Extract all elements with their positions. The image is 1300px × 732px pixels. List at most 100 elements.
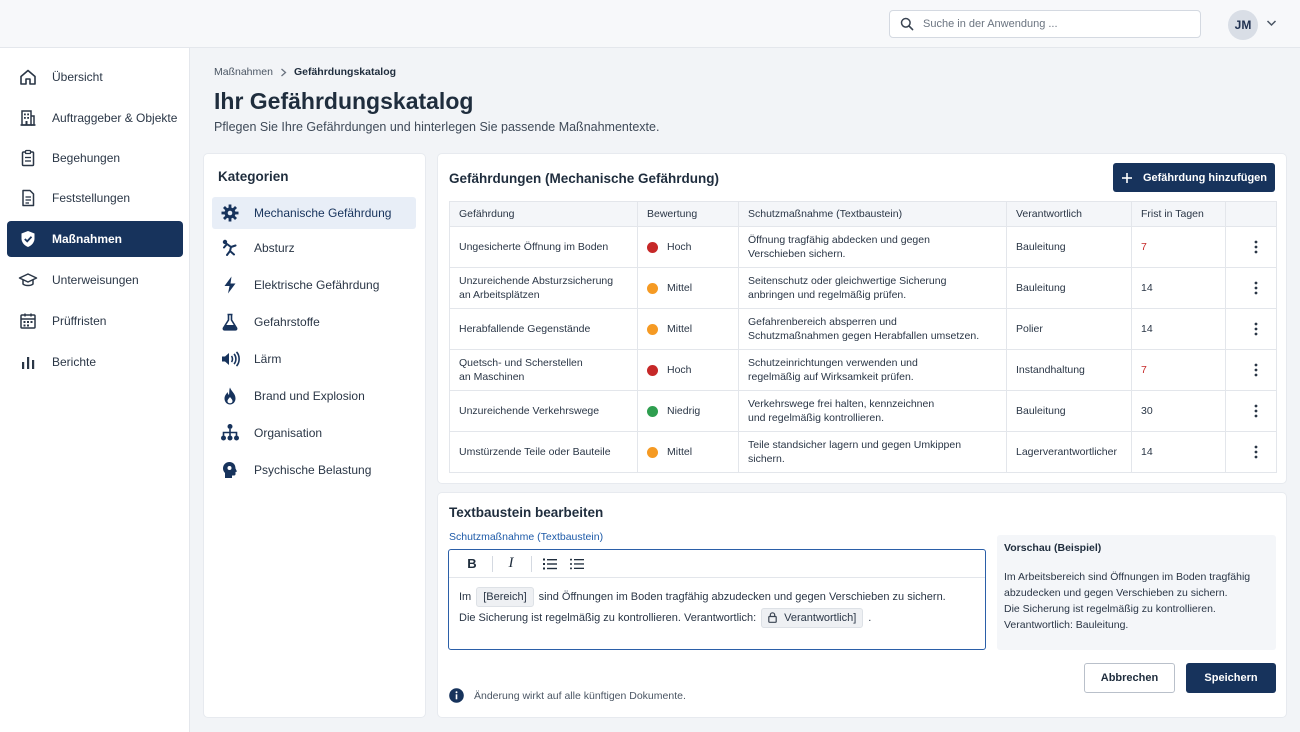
category-absturz[interactable]: Absturz [212, 232, 416, 264]
plus-icon [1121, 172, 1132, 183]
kebab-menu-icon [1254, 281, 1257, 295]
column-header[interactable]: Schutzmaßnahme (Textbaustein) [738, 201, 1007, 227]
table-row[interactable]: Unzureichende Absturzsicherung an Arbeits… [449, 267, 1277, 309]
search-box[interactable] [889, 10, 1201, 38]
bullet-list-button[interactable] [566, 553, 588, 575]
rating-label: Hoch [667, 364, 692, 376]
actions-cell [1225, 267, 1277, 309]
breadcrumb-current: Gefährdungskatalog [293, 66, 397, 78]
table-row[interactable]: Unzureichende Verkehrswege Niedrig Verkehr… [449, 390, 1277, 432]
sidebar-item-auftraggeber[interactable]: Auftraggeber & Objekte [7, 100, 183, 136]
toolbar-divider [492, 555, 493, 572]
org-chart-icon [221, 424, 239, 441]
category-label: Organisation [254, 426, 323, 440]
responsible-cell: Bauleitung [1006, 226, 1132, 268]
chevron-down-icon[interactable] [1266, 19, 1277, 27]
clipboard-icon [21, 149, 35, 167]
rating: Mittel [647, 281, 738, 295]
lock-icon [768, 612, 777, 623]
editor-text: sind Öffnungen im Boden tragfähig abzude… [538, 590, 946, 603]
rating-cell: Mittel [637, 431, 739, 473]
placeholder-chip-label: [Bereich] [483, 590, 527, 603]
measure-text: regelmäßig auf Wirksamkeit prüfen. [748, 371, 914, 383]
hazard-text: an Arbeitsplätzen [459, 289, 540, 301]
table-row[interactable]: Herabfallende Gegenstände Mittel Gefahrenb… [449, 308, 1277, 350]
add-hazard-button[interactable]: Gefährdung hinzufügen [1113, 163, 1275, 192]
breadcrumb-parent[interactable]: Maßnahmen [214, 66, 273, 78]
hazard-text: Quetsch- und Scherstellen [459, 357, 583, 369]
row-menu-button[interactable] [1235, 363, 1276, 377]
italic-button[interactable]: I [500, 553, 522, 575]
placeholder-chip-verantwortlich[interactable]: Verantwortlich] [761, 607, 864, 628]
category-gefahrstoffe[interactable]: Gefahrstoffe [212, 306, 416, 338]
placeholder-chip-label: Verantwortlich] [784, 611, 857, 624]
sidebar-item-label: Unterweisungen [52, 273, 139, 287]
sidebar: Übersicht Auftraggeber & Objekte Begehun… [0, 48, 190, 732]
sidebar-item-begehungen[interactable]: Begehungen [7, 140, 183, 176]
cancel-button[interactable]: Abbrechen [1084, 663, 1175, 693]
sidebar-item-uebersicht[interactable]: Übersicht [7, 59, 183, 95]
actions-cell [1225, 390, 1277, 432]
hazard-text: Herabfallende Gegenstände [459, 323, 591, 335]
editor-line: Im [Bereich] sind Öffnungen im Boden tra… [459, 586, 975, 607]
row-menu-button[interactable] [1235, 281, 1276, 295]
rating-label: Mittel [667, 282, 693, 294]
measure-text: Schutzmaßnahmen gegen Herabfallen umsetz… [748, 330, 980, 342]
sidebar-item-unterweisungen[interactable]: Unterweisungen [7, 262, 183, 298]
preview-line: abzudecken und gegen Verschieben zu sich… [1004, 587, 1228, 599]
preview-panel: Vorschau (Beispiel) Im Arbeitsbereich si… [997, 535, 1276, 650]
category-mechanische-gefaehrdung[interactable]: Mechanische Gefährdung [212, 197, 416, 229]
sidebar-item-prueffristen[interactable]: Prüffristen [7, 303, 183, 339]
hazard-cell: Unzureichende Verkehrswege [449, 390, 638, 432]
sidebar-item-feststellungen[interactable]: Feststellungen [7, 180, 183, 216]
category-laerm[interactable]: Lärm [212, 343, 416, 375]
measure-cell: Teile standsicher lagern und gegen Umkip… [738, 431, 1007, 473]
hazard-text: an Maschinen [459, 371, 525, 383]
table-row[interactable]: Quetsch- und Scherstellen an Maschinen Hoc… [449, 349, 1277, 391]
search-input[interactable] [923, 18, 1183, 30]
row-menu-button[interactable] [1235, 322, 1276, 336]
rating-dot [647, 364, 658, 376]
kebab-menu-icon [1254, 445, 1257, 459]
sidebar-item-berichte[interactable]: Berichte [7, 344, 183, 380]
info-note: Änderung wirkt auf alle künftigen Dokume… [449, 688, 686, 703]
editor-toolbar: B I [449, 550, 985, 578]
page-subtitle: Pflegen Sie Ihre Gefährdungen und hinter… [214, 120, 660, 134]
category-organisation[interactable]: Organisation [212, 417, 416, 449]
save-button[interactable]: Speichern [1186, 663, 1276, 693]
measure-cell: Gefahrenbereich absperren und Schutzmaßna… [738, 308, 1007, 350]
avatar[interactable]: JM [1228, 10, 1258, 40]
numbered-list-button[interactable] [539, 553, 561, 575]
category-psychische-belastung[interactable]: Psychische Belastung [212, 454, 416, 486]
row-menu-button[interactable] [1235, 445, 1276, 459]
row-menu-button[interactable] [1235, 404, 1276, 418]
categories-title: Kategorien [218, 169, 289, 184]
row-menu-button[interactable] [1235, 240, 1276, 254]
column-header[interactable]: Gefährdung [449, 201, 638, 227]
rating-label: Mittel [667, 323, 693, 335]
category-label: Mechanische Gefährdung [254, 206, 392, 220]
table-row[interactable]: Umstürzende Teile oder Bauteile Mittel Tei… [449, 431, 1277, 473]
table-row[interactable]: Ungesicherte Öffnung im Boden Hoch Öffnung… [449, 226, 1277, 268]
actions-cell [1225, 431, 1277, 473]
editor-content[interactable]: Im [Bereich] sind Öffnungen im Boden tra… [449, 578, 985, 636]
text-block-editor[interactable]: B I Im [Bereich] sind Öffnungen im Boden… [448, 549, 986, 650]
category-brand-und-explosion[interactable]: Brand und Explosion [212, 380, 416, 412]
preview-text: Im Arbeitsbereich sind Öffnungen im Bode… [1004, 569, 1269, 633]
rating: Mittel [647, 445, 738, 459]
column-header[interactable]: Bewertung [637, 201, 739, 227]
category-elektrische-gefaehrdung[interactable]: Elektrische Gefährdung [212, 269, 416, 301]
measure-text: sichern. [748, 453, 785, 465]
column-header[interactable]: Frist in Tagen [1131, 201, 1226, 227]
column-header[interactable]: Verantwortlich [1006, 201, 1132, 227]
rating-cell: Mittel [637, 308, 739, 350]
placeholder-chip-bereich[interactable]: [Bereich] [476, 586, 534, 607]
page-title: Ihr Gefährdungskatalog [214, 88, 474, 114]
editor-field-label: Schutzmaßnahme (Textbaustein) [449, 531, 604, 543]
bold-button[interactable]: B [461, 553, 483, 575]
flame-icon [224, 387, 236, 405]
sidebar-item-label: Feststellungen [52, 191, 131, 205]
sidebar-item-massnahmen[interactable]: Maßnahmen [7, 221, 183, 257]
sound-waves-icon [222, 351, 240, 367]
document-icon [22, 189, 35, 207]
